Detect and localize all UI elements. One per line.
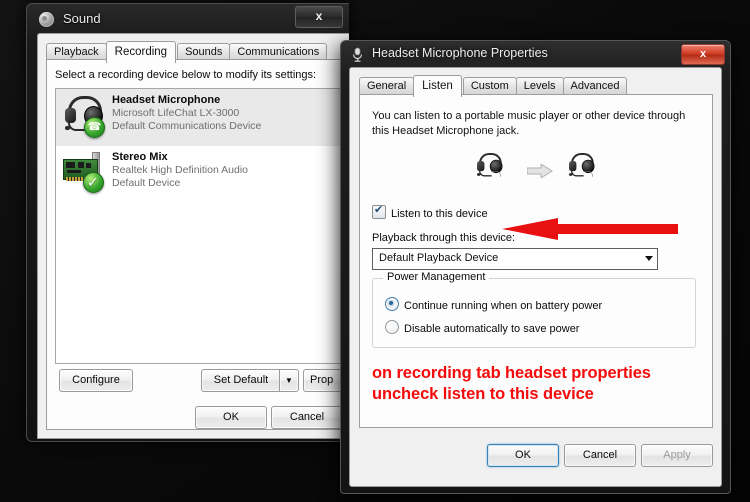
tab-advanced[interactable]: Advanced xyxy=(562,77,628,95)
sound-dialog-body: Playback Recording Sounds Communications Se… xyxy=(37,33,349,439)
headset-icon: ☎ xyxy=(62,93,106,138)
recording-device-list[interactable]: ☎ Headset Microphone Microsoft LifeChat … xyxy=(55,88,349,364)
device-name: Headset Microphone xyxy=(112,94,221,106)
list-item[interactable]: ☎ Headset Microphone Microsoft LifeChat … xyxy=(56,89,349,146)
arrow-right-icon xyxy=(527,164,553,178)
listen-illustration xyxy=(475,151,605,189)
instruction-text: Select a recording device below to modif… xyxy=(55,69,317,81)
device-status: Default Device xyxy=(112,177,181,189)
chevron-down-icon[interactable]: ▼ xyxy=(279,369,299,392)
listen-description: You can listen to a portable music playe… xyxy=(372,110,686,137)
headset-icon xyxy=(567,151,598,182)
microphone-icon xyxy=(352,47,363,62)
properties-dialog-footer: OK Cancel Apply xyxy=(359,432,713,480)
playback-device-value: Default Playback Device xyxy=(379,252,499,264)
apply-button[interactable]: Apply xyxy=(641,444,713,467)
device-name: Stereo Mix xyxy=(112,151,168,163)
device-driver: Realtek High Definition Audio xyxy=(112,164,248,176)
tab-general[interactable]: General xyxy=(359,77,415,95)
playback-through-label: Playback through this device: xyxy=(372,232,516,244)
red-left-arrow-annotation xyxy=(502,218,678,240)
listen-tab-panel: You can listen to a portable music playe… xyxy=(359,94,713,428)
tab-levels[interactable]: Levels xyxy=(515,77,564,95)
tab-custom[interactable]: Custom xyxy=(462,77,517,95)
device-driver: Microsoft LifeChat LX-3000 xyxy=(112,107,240,119)
configure-button[interactable]: Configure xyxy=(59,369,133,392)
phone-badge: ☎ xyxy=(84,117,105,138)
properties-titlebar: Headset Microphone Properties x xyxy=(341,41,730,69)
headset-microphone-properties-dialog: Headset Microphone Properties x General L… xyxy=(340,40,731,494)
tab-recording[interactable]: Recording xyxy=(105,41,177,63)
annotation-line-1: on recording tab headset properties xyxy=(372,364,651,382)
annotation-text: on recording tab headset properties unch… xyxy=(372,363,702,405)
listen-to-this-device-checkbox[interactable]: Listen to this device xyxy=(372,203,488,220)
cancel-button[interactable]: Cancel xyxy=(271,406,343,429)
sound-titlebar: Sound x xyxy=(27,4,349,35)
radio-disable-automatically[interactable]: Disable automatically to save power xyxy=(385,320,579,335)
radio-label: Continue running when on battery power xyxy=(404,300,603,312)
properties-tabstrip: General Listen Custom Levels Advanced xyxy=(359,75,628,97)
radio-icon[interactable] xyxy=(385,297,399,311)
close-icon[interactable]: x xyxy=(295,6,343,28)
sound-window-title: Sound xyxy=(63,11,101,26)
playback-device-select[interactable]: Default Playback Device xyxy=(372,248,658,270)
listen-checkbox-label: Listen to this device xyxy=(391,208,488,220)
power-management-legend: Power Management xyxy=(383,271,490,283)
chevron-down-icon[interactable] xyxy=(645,256,653,261)
checkbox-icon[interactable] xyxy=(372,203,386,219)
recording-tab-panel: Select a recording device below to modif… xyxy=(46,59,349,430)
set-default-button[interactable]: Set Default xyxy=(201,369,280,392)
ok-button[interactable]: OK xyxy=(195,406,267,429)
close-icon[interactable]: x xyxy=(681,44,725,65)
list-item[interactable]: ✓ Stereo Mix Realtek High Definition Aud… xyxy=(56,146,349,203)
device-status: Default Communications Device xyxy=(112,120,262,132)
sound-card-icon: ✓ xyxy=(62,150,106,194)
radio-continue-running[interactable]: Continue running when on battery power xyxy=(385,297,602,312)
radio-label: Disable automatically to save power xyxy=(404,323,580,335)
ok-button[interactable]: OK xyxy=(487,444,559,467)
power-management-group: Power Management Continue running when o… xyxy=(372,271,696,348)
cancel-button[interactable]: Cancel xyxy=(564,444,636,467)
desktop-background: Sound x Playback Recording Sounds Communica… xyxy=(0,0,750,502)
radio-icon[interactable] xyxy=(385,320,399,334)
check-badge: ✓ xyxy=(83,172,104,193)
tab-listen[interactable]: Listen xyxy=(413,75,462,97)
sound-dialog: Sound x Playback Recording Sounds Communica… xyxy=(26,3,349,442)
sound-dialog-footer: OK Cancel xyxy=(55,401,349,431)
speaker-icon xyxy=(39,12,54,27)
properties-dialog-body: General Listen Custom Levels Advanced You ca… xyxy=(349,67,722,487)
annotation-line-2: uncheck listen to this device xyxy=(372,385,594,403)
headset-icon xyxy=(475,151,506,182)
sound-tabstrip: Playback Recording Sounds Communications xyxy=(46,41,328,63)
properties-window-title: Headset Microphone Properties xyxy=(372,46,548,60)
